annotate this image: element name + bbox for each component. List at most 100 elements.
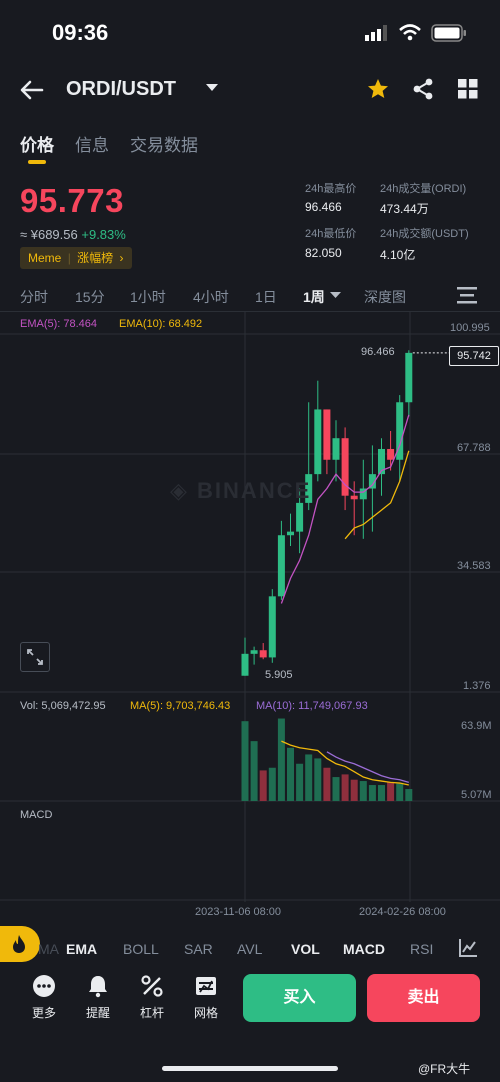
more-icon (33, 975, 55, 997)
chart-settings-icon[interactable] (457, 286, 477, 304)
tab-trading-data[interactable]: 交易数据 (130, 131, 198, 156)
candle-body (241, 653, 249, 676)
ind-rsi[interactable]: RSI (410, 941, 433, 957)
alert-label: 提醒 (85, 1006, 110, 1020)
volume-bar (287, 747, 294, 801)
tag-meme: Meme (28, 251, 62, 265)
tab-info[interactable]: 信息 (75, 131, 109, 156)
tab-price[interactable]: 价格 (20, 131, 54, 156)
last-price: 95.773 (20, 182, 124, 219)
buy-button[interactable]: 买入 (243, 974, 356, 1022)
back-arrow-icon[interactable] (20, 80, 44, 100)
alert-button[interactable]: 提醒 (78, 974, 118, 1021)
ind-avl[interactable]: AVL (237, 941, 262, 957)
low-label: 24h最低价 (305, 228, 357, 240)
volume-bar (387, 782, 395, 801)
footer-watermark: @FR大牛 (418, 1062, 471, 1076)
share-icon[interactable] (412, 78, 434, 100)
y-tick-1: 100.995 (450, 322, 490, 334)
tag-separator: | (67, 251, 71, 265)
candlestick-chart[interactable] (0, 312, 500, 922)
more-label: 更多 (31, 1006, 56, 1020)
volume-bar (341, 774, 349, 801)
candle-body (350, 495, 358, 500)
ind-vol[interactable]: VOL (291, 941, 320, 957)
tf-line[interactable]: 分时 (20, 287, 48, 307)
vol-legend: Vol: 5,069,472.95 (20, 700, 106, 712)
candle (259, 643, 267, 660)
status-time: 09:36 (52, 20, 109, 45)
candle-body (387, 448, 395, 460)
high-label: 24h最高价 (305, 183, 357, 195)
tf-depth[interactable]: 深度图 (364, 287, 406, 307)
candle (378, 438, 385, 496)
candle (332, 420, 340, 482)
tf-1w[interactable]: 1周 (303, 287, 325, 307)
tag-gainers: 涨幅榜 (77, 251, 114, 265)
tf-4h[interactable]: 4小时 (193, 287, 229, 307)
candle (287, 513, 294, 547)
candle (387, 431, 395, 471)
margin-button[interactable]: 杠杆 (132, 974, 172, 1021)
tf-15m[interactable]: 15分 (75, 287, 105, 307)
bell-icon (89, 976, 107, 998)
volume-bar (359, 781, 367, 801)
low-marker: 5.905 (265, 669, 293, 681)
volume-bar (268, 767, 276, 801)
macd-label: MACD (20, 809, 53, 821)
binance-logo-icon: ◈ (170, 478, 189, 503)
candle (241, 637, 249, 676)
binance-watermark: ◈ BINANCE (170, 478, 311, 504)
sell-button[interactable]: 卖出 (367, 974, 480, 1022)
volume-bar (305, 754, 313, 801)
grid-trading-label: 网格 (193, 1006, 218, 1020)
price-change: +9.83% (81, 227, 126, 242)
pair-title[interactable]: ORDI/USDT (66, 78, 176, 101)
status-bar: 09:36 (0, 0, 500, 66)
meme-tag[interactable]: Meme | 涨幅榜 › (20, 247, 132, 269)
volume-bar (296, 763, 304, 801)
more-button[interactable]: 更多 (24, 974, 64, 1021)
expand-chart-button[interactable] (20, 642, 50, 672)
grid-trading-button[interactable]: 网格 (186, 974, 226, 1021)
high-value: 96.466 (305, 200, 342, 214)
tf-1h[interactable]: 1小时 (130, 287, 166, 307)
grid-menu-icon[interactable] (458, 79, 478, 99)
tf-1d[interactable]: 1日 (255, 287, 277, 307)
cny-price: ≈ ¥689.56 (20, 227, 78, 242)
ind-sar[interactable]: SAR (184, 941, 213, 957)
candle (359, 459, 367, 539)
candle-body (287, 531, 294, 536)
tf-dropdown-icon[interactable] (330, 292, 341, 299)
margin-label: 杠杆 (139, 1006, 164, 1020)
signal-icon (365, 25, 387, 41)
star-icon[interactable] (367, 78, 389, 100)
volume-bar (396, 783, 404, 801)
grid-bot-icon (196, 977, 216, 995)
fire-button[interactable] (0, 926, 40, 962)
date-1: 2023-11-06 08:00 (195, 906, 282, 918)
ma10-legend: MA(10): 11,749,067.93 (256, 700, 368, 712)
candle-body (268, 596, 276, 658)
ma5-legend: MA(5): 9,703,746.43 (130, 700, 231, 712)
ind-ma[interactable]: MA (38, 941, 59, 957)
chevron-down-icon[interactable] (206, 84, 218, 92)
home-indicator (162, 1066, 338, 1071)
expand-icon (27, 649, 43, 665)
percent-icon (141, 975, 163, 997)
ind-macd[interactable]: MACD (343, 941, 385, 957)
candle-body (332, 438, 340, 460)
candle-body (405, 352, 413, 403)
candle (341, 427, 349, 511)
header: ORDI/USDT (0, 66, 500, 114)
price-sub: ≈ ¥689.56 +9.83% (20, 227, 126, 242)
active-tab-indicator (28, 160, 46, 164)
candle-body (259, 650, 267, 658)
ind-ema[interactable]: EMA (66, 941, 97, 957)
vol-tick-2: 5.07M (461, 789, 492, 801)
volume-bar (314, 758, 322, 801)
ind-boll[interactable]: BOLL (123, 941, 159, 957)
y-tick-2: 67.788 (457, 442, 491, 454)
indicator-settings-icon[interactable] (458, 938, 478, 958)
candle (277, 520, 285, 600)
